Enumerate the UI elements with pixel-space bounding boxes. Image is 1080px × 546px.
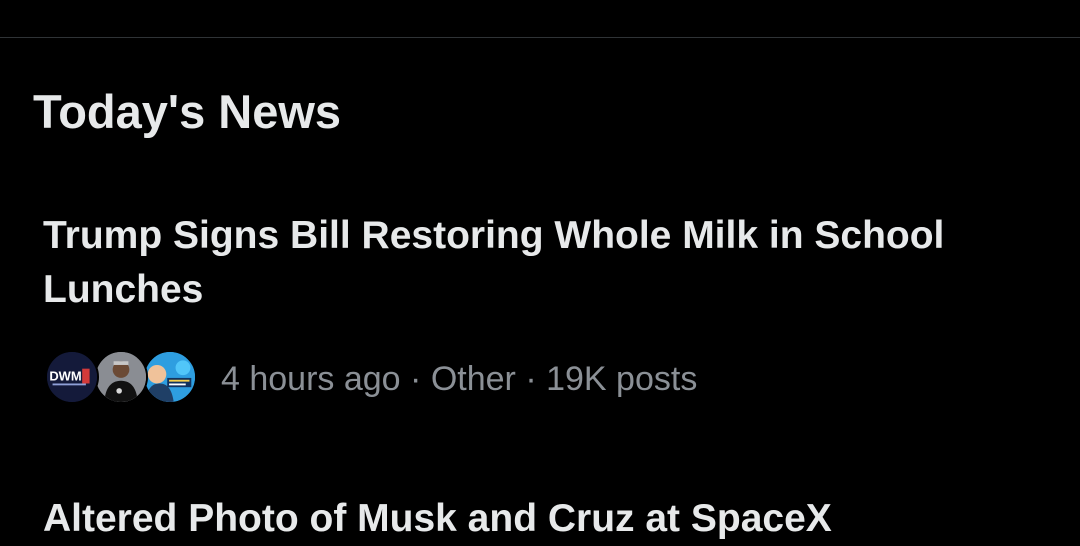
news-item[interactable]: Trump Signs Bill Restoring Whole Milk in…: [43, 209, 1043, 404]
news-headline[interactable]: Altered Photo of Musk and Cruz at SpaceX: [43, 492, 1043, 546]
news-headline[interactable]: Trump Signs Bill Restoring Whole Milk in…: [43, 209, 1043, 317]
news-meta: 4 hours ago · Other · 19K posts: [221, 357, 697, 401]
top-divider: [0, 37, 1080, 38]
news-item[interactable]: Altered Photo of Musk and Cruz at SpaceX: [43, 492, 1043, 546]
section-title: Today's News: [33, 85, 342, 138]
news-meta-row: DWM 4 hours ago · Other · 19K posts: [43, 349, 697, 409]
news-logo-avatar: [143, 350, 197, 404]
news-category: Other: [430, 360, 516, 398]
dwm-logo-text: DWM: [49, 369, 81, 384]
meta-separator: ·: [410, 360, 422, 398]
meta-separator: ·: [525, 360, 537, 398]
man-portrait-avatar: [94, 350, 148, 404]
dwm-logo-avatar: DWM: [45, 350, 99, 404]
news-post-count: 19K posts: [546, 360, 698, 398]
news-time: 4 hours ago: [221, 360, 401, 398]
avatar-stack: DWM: [43, 349, 199, 409]
